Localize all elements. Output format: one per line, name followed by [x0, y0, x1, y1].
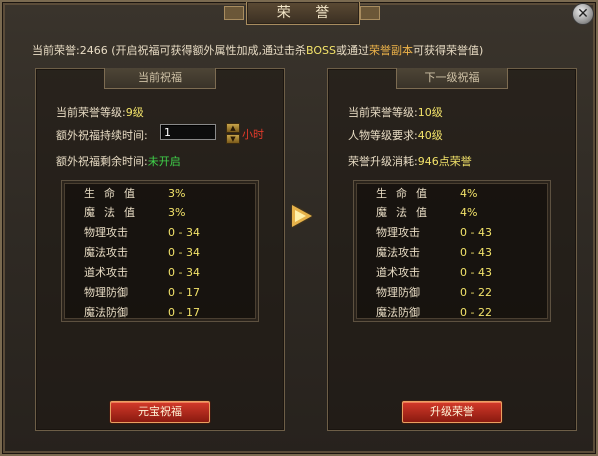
next-blessing-panel: 下一级祝福 当前荣誉等级:10级 人物等级要求:40级 荣誉升级消耗:946点荣… — [327, 68, 577, 431]
current-honor-level-label: 当前荣誉等级: — [56, 106, 126, 119]
honor-summary: 当前荣誉:2466 (开启祝福可获得额外属性加成,通过击杀BOSS或通过荣誉副本… — [32, 42, 483, 58]
stat-value: 0 - 34 — [168, 246, 200, 259]
stat-row: 生命值 4% — [354, 186, 550, 202]
stat-row: 魔法值 4% — [354, 205, 550, 221]
stat-row: 魔法防御 0 - 17 — [62, 305, 258, 321]
ingot-blessing-button[interactable]: 元宝祝福 — [110, 401, 210, 423]
blessing-remaining-row: 额外祝福剩余时间:未开启 — [56, 153, 181, 169]
next-honor-level-label: 当前荣誉等级: — [348, 106, 418, 119]
stat-name: 魔法值 — [84, 206, 144, 219]
stat-row: 魔法攻击 0 - 34 — [62, 245, 258, 261]
level-requirement-row: 人物等级要求:40级 — [348, 127, 443, 143]
stat-value: 0 - 22 — [460, 286, 492, 299]
upgrade-cost-label: 荣誉升级消耗: — [348, 155, 418, 168]
honor-summary-boss: BOSS — [305, 44, 336, 57]
current-stats-box: 生命值 3% 魔法值 3% 物理攻击 0 - 34 魔法攻击 0 - 34 道术攻击 0 … — [61, 180, 259, 322]
stat-row: 魔法防御 0 - 22 — [354, 305, 550, 321]
duration-up-button[interactable]: ▲ — [226, 123, 240, 133]
stat-value: 0 - 34 — [168, 226, 200, 239]
honor-summary-mid: 或通过 — [335, 44, 369, 57]
stat-value: 4% — [460, 187, 478, 200]
honor-summary-prefix: 当前荣誉:2466 (开启祝福可获得额外属性加成,通过击杀 — [32, 44, 306, 57]
stat-row: 魔法值 3% — [62, 205, 258, 221]
stat-name: 魔法攻击 — [376, 246, 420, 259]
window-title: 荣 誉 — [246, 2, 360, 25]
stat-name: 物理防御 — [376, 286, 420, 299]
stat-value: 3% — [168, 187, 186, 200]
stat-name: 物理攻击 — [376, 226, 420, 239]
blessing-duration-label: 额外祝福持续时间: — [56, 129, 148, 142]
stat-name: 生命值 — [376, 187, 436, 200]
chevron-down-icon: ▼ — [230, 135, 236, 143]
honor-summary-suffix: 可获得荣誉值) — [412, 44, 484, 57]
stat-name: 道术攻击 — [84, 266, 128, 279]
upgrade-cost-row: 荣誉升级消耗:946点荣誉 — [348, 153, 472, 169]
current-blessing-panel: 当前祝福 当前荣誉等级:9级 额外祝福持续时间: 1 ▲ ▼ 小时 额外祝福剩余… — [35, 68, 285, 431]
blessing-remaining-label: 额外祝福剩余时间: — [56, 155, 148, 168]
stat-value: 3% — [168, 206, 186, 219]
duration-down-button[interactable]: ▼ — [226, 134, 240, 144]
honor-window: 荣 誉 ✕ 当前荣誉:2466 (开启祝福可获得额外属性加成,通过击杀BOSS或… — [0, 0, 598, 456]
blessing-duration-unit: 小时 — [242, 128, 264, 141]
stat-value: 0 - 43 — [460, 266, 492, 279]
upgrade-honor-button[interactable]: 升级荣誉 — [402, 401, 502, 423]
arrow-right-highlight — [295, 210, 306, 222]
stat-value: 0 - 17 — [168, 306, 200, 319]
current-honor-level-value: 9级 — [125, 106, 144, 119]
stat-name: 物理攻击 — [84, 226, 128, 239]
close-button[interactable]: ✕ — [572, 3, 594, 25]
next-blessing-heading: 下一级祝福 — [396, 68, 508, 89]
stat-row: 道术攻击 0 - 34 — [62, 265, 258, 281]
stat-name: 魔法防御 — [376, 306, 420, 319]
current-blessing-heading: 当前祝福 — [104, 68, 216, 89]
blessing-duration-input[interactable]: 1 — [160, 124, 216, 140]
stat-row: 魔法攻击 0 - 43 — [354, 245, 550, 261]
stat-value: 0 - 43 — [460, 226, 492, 239]
next-stats-box: 生命值 4% 魔法值 4% 物理攻击 0 - 43 魔法攻击 0 - 43 道术攻击 0 … — [353, 180, 551, 322]
stat-name: 魔法值 — [376, 206, 436, 219]
stat-value: 0 - 17 — [168, 286, 200, 299]
chevron-up-icon: ▲ — [230, 124, 236, 132]
honor-summary-dungeon: 荣誉副本 — [368, 44, 413, 57]
next-honor-level-row: 当前荣誉等级:10级 — [348, 104, 443, 120]
next-honor-level-value: 10级 — [417, 106, 443, 119]
stat-name: 物理防御 — [84, 286, 128, 299]
stat-row: 物理防御 0 - 22 — [354, 285, 550, 301]
level-requirement-value: 40级 — [417, 129, 443, 142]
stat-value: 4% — [460, 206, 478, 219]
stat-name: 道术攻击 — [376, 266, 420, 279]
close-icon: ✕ — [577, 6, 589, 22]
stat-row: 物理防御 0 - 17 — [62, 285, 258, 301]
stat-name: 魔法防御 — [84, 306, 128, 319]
stat-name: 魔法攻击 — [84, 246, 128, 259]
window-title-text: 荣 誉 — [276, 5, 340, 21]
upgrade-cost-value: 946点荣誉 — [417, 155, 472, 168]
stat-name: 生命值 — [84, 187, 144, 200]
stat-row: 生命值 3% — [62, 186, 258, 202]
stat-row: 道术攻击 0 - 43 — [354, 265, 550, 281]
title-ornament-left — [224, 6, 244, 20]
current-honor-level-row: 当前荣誉等级:9级 — [56, 104, 144, 120]
stat-value: 0 - 43 — [460, 246, 492, 259]
stat-row: 物理攻击 0 - 43 — [354, 225, 550, 241]
level-requirement-label: 人物等级要求: — [348, 129, 418, 142]
blessing-duration-row: 额外祝福持续时间: — [56, 127, 148, 143]
stat-row: 物理攻击 0 - 34 — [62, 225, 258, 241]
stat-value: 0 - 34 — [168, 266, 200, 279]
blessing-remaining-value: 未开启 — [147, 155, 181, 168]
title-ornament-right — [360, 6, 380, 20]
stat-value: 0 - 22 — [460, 306, 492, 319]
